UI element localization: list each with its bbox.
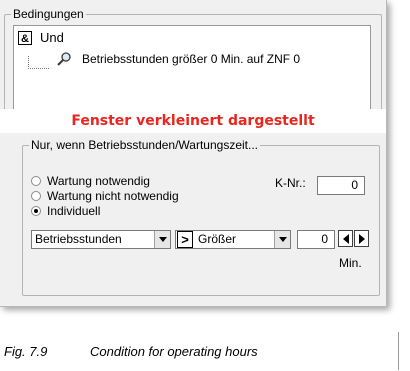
field-select-dropdown[interactable] xyxy=(154,231,170,248)
arrow-left-icon xyxy=(342,233,349,244)
operator-select[interactable]: > Größer xyxy=(175,230,291,249)
greater-than-icon: > xyxy=(177,231,193,248)
maintenance-filter-group: Nur, wenn Betriebsstunden/Wartungszeit..… xyxy=(22,138,380,296)
figure-caption: Fig. 7.9 Condition for operating hours xyxy=(4,344,258,359)
tree-node-condition[interactable]: Betriebsstunden größer 0 Min. auf ZNF 0 xyxy=(56,51,300,67)
conditions-group-label: Bedingungen xyxy=(11,7,86,21)
amount-input[interactable]: 0 xyxy=(297,230,335,249)
figure-caption-area: Fig. 7.9 Condition for operating hours xyxy=(0,320,410,371)
radio-maintenance-not-required[interactable]: Wartung nicht notwendig xyxy=(31,189,179,203)
radio-maintenance-not-required-circle xyxy=(31,191,41,201)
radio-maintenance-not-required-label: Wartung nicht notwendig xyxy=(47,189,179,203)
radio-maintenance-required-circle xyxy=(31,176,41,186)
radio-individual[interactable]: Individuell xyxy=(31,204,100,218)
conditions-dialog: Bedingungen & Und Betriebsstunden größer… xyxy=(0,0,387,307)
tree-connector xyxy=(28,56,49,69)
conditions-group: Bedingungen & Und Betriebsstunden größer… xyxy=(4,7,382,111)
figure-number: Fig. 7.9 xyxy=(4,344,48,359)
field-select-value: Betriebsstunden xyxy=(35,232,122,246)
field-select[interactable]: Betriebsstunden xyxy=(31,230,171,249)
chevron-down-icon xyxy=(278,237,287,242)
operator-select-dropdown[interactable] xyxy=(274,231,290,248)
and-operator-icon: & xyxy=(18,30,32,45)
knr-label: K-Nr.: xyxy=(275,176,306,190)
knr-input[interactable]: 0 xyxy=(317,176,365,195)
maintenance-filter-group-label: Nur, wenn Betriebsstunden/Wartungszeit..… xyxy=(29,138,261,152)
figure-caption-text: Condition for operating hours xyxy=(90,344,258,359)
tree-node-and[interactable]: & Und xyxy=(18,30,64,45)
radio-individual-circle xyxy=(31,206,41,216)
reduced-window-banner: Fenster verkleinert dargestellt xyxy=(0,109,386,133)
magnifier-condition-icon xyxy=(56,51,72,67)
radio-individual-label: Individuell xyxy=(47,204,101,218)
radio-maintenance-required[interactable]: Wartung notwendig xyxy=(31,174,150,188)
radio-maintenance-required-label: Wartung notwendig xyxy=(47,174,150,188)
operator-select-value: Größer xyxy=(198,232,237,246)
tree-node-and-label: Und xyxy=(40,30,64,45)
decrement-button[interactable] xyxy=(338,230,353,247)
unit-label: Min. xyxy=(339,256,362,270)
caption-divider xyxy=(398,332,399,370)
tree-node-condition-label: Betriebsstunden größer 0 Min. auf ZNF 0 xyxy=(82,52,301,66)
arrow-right-icon xyxy=(358,233,365,244)
increment-button[interactable] xyxy=(354,230,369,247)
conditions-tree[interactable]: & Und Betriebsstunden größer 0 Min. auf … xyxy=(13,25,371,111)
chevron-down-icon xyxy=(158,237,167,242)
